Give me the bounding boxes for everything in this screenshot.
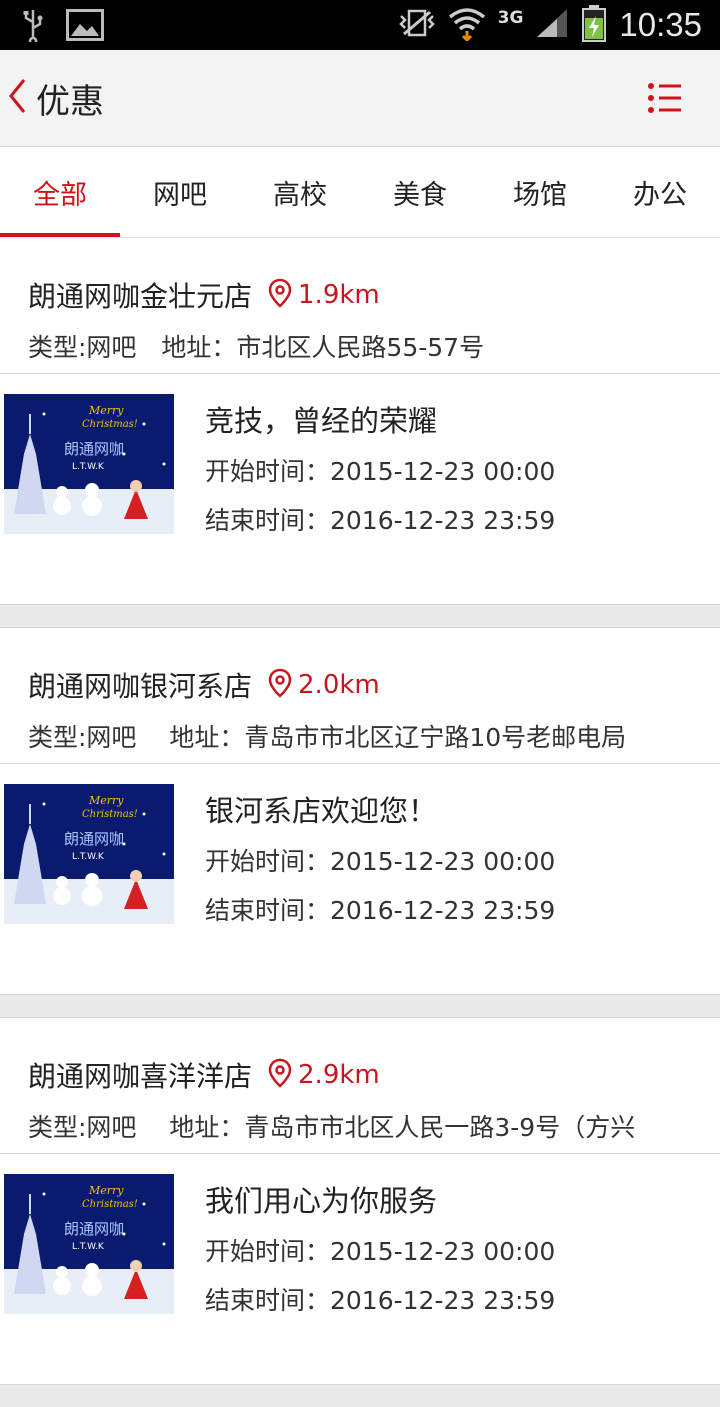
back-button[interactable]: 优惠 [0, 50, 104, 146]
list-menu-button[interactable] [646, 78, 690, 118]
location-pin-icon [268, 1058, 292, 1092]
promotion-thumbnail: Merry Christmas! 朗通网咖 L.T.W.K [4, 394, 174, 534]
thumb-text-christmas: Christmas! [82, 419, 138, 430]
promotion[interactable]: Merry Christmas! 朗通网咖 L.T.W.K 竞技，曾经的荣耀 开… [0, 374, 720, 604]
image-icon [66, 9, 104, 45]
thumb-text-brand: 朗通网咖 [64, 440, 124, 458]
thumb-text-abbr: L.T.W.K [72, 462, 105, 472]
store-info[interactable]: 朗通网咖金壮元店 1.9km 类型:网吧 地址：市北区人民路55-57号 [0, 238, 720, 374]
tab-venue[interactable]: 场馆 [480, 147, 600, 237]
store-type-address: 类型:网吧 地址：青岛市市北区辽宁路10号老邮电局 [28, 723, 627, 752]
tab-all[interactable]: 全部 [0, 147, 120, 237]
list-item[interactable]: 朗通网咖喜洋洋店 2.9km 类型:网吧 地址：青岛市市北区人民一路3-9号（方… [0, 1017, 720, 1385]
thumb-text-merry: Merry [88, 1184, 124, 1197]
promotion-end-time: 结束时间：2016-12-23 23:59 [205, 896, 556, 925]
chevron-left-icon [6, 76, 28, 120]
location-pin-icon [268, 668, 292, 702]
promotion-title: 我们用心为你服务 [205, 1184, 438, 1218]
list-item[interactable]: 朗通网咖金壮元店 1.9km 类型:网吧 地址：市北区人民路55-57号 Mer… [0, 238, 720, 605]
store-name: 朗通网咖银河系店 [28, 670, 253, 703]
thumb-text-abbr: L.T.W.K [72, 1242, 105, 1252]
store-info[interactable]: 朗通网咖银河系店 2.0km 类型:网吧 地址：青岛市市北区辽宁路10号老邮电局 [0, 628, 720, 764]
tab-internet-cafe[interactable]: 网吧 [120, 147, 240, 237]
store-name: 朗通网咖金壮元店 [28, 280, 253, 313]
usb-icon [22, 8, 44, 46]
promotion[interactable]: Merry Christmas! 朗通网咖 L.T.W.K 我们用心为你服务 开… [0, 1154, 720, 1384]
list-item[interactable]: 朗通网咖银河系店 2.0km 类型:网吧 地址：青岛市市北区辽宁路10号老邮电局 [0, 627, 720, 995]
status-bar: 3G 10:35 [0, 0, 720, 50]
location-pin-icon [268, 278, 292, 312]
network-type-label: 3G [497, 8, 524, 28]
store-type-address: 类型:网吧 地址：市北区人民路55-57号 [28, 333, 485, 362]
distance: 2.0km [298, 670, 380, 700]
thumb-text-abbr: L.T.W.K [72, 852, 105, 862]
category-tabs: 全部 网吧 高校 美食 场馆 办公 [0, 147, 720, 238]
promotion-start-time: 开始时间：2015-12-23 00:00 [205, 847, 556, 876]
tab-food[interactable]: 美食 [360, 147, 480, 237]
thumb-text-brand: 朗通网咖 [64, 830, 124, 848]
promotion-list: 朗通网咖金壮元店 1.9km 类型:网吧 地址：市北区人民路55-57号 Mer… [0, 238, 720, 1407]
tab-college[interactable]: 高校 [240, 147, 360, 237]
promotion-end-time: 结束时间：2016-12-23 23:59 [205, 1286, 556, 1315]
promotion-title: 银河系店欢迎您！ [205, 794, 438, 828]
thumb-text-merry: Merry [88, 404, 124, 417]
page-title: 优惠 [36, 81, 104, 122]
distance: 1.9km [298, 280, 380, 310]
promotion-thumbnail: Merry Christmas! 朗通网咖 L.T.W.K [4, 784, 174, 924]
tab-office[interactable]: 办公 [600, 147, 720, 237]
thumb-text-christmas: Christmas! [82, 809, 138, 820]
promotion-start-time: 开始时间：2015-12-23 00:00 [205, 1237, 556, 1266]
store-info[interactable]: 朗通网咖喜洋洋店 2.9km 类型:网吧 地址：青岛市市北区人民一路3-9号（方… [0, 1018, 720, 1154]
clock: 10:35 [619, 6, 702, 43]
thumb-text-christmas: Christmas! [82, 1199, 138, 1210]
thumb-text-merry: Merry [88, 794, 124, 807]
store-name: 朗通网咖喜洋洋店 [28, 1060, 253, 1093]
wifi-icon [448, 5, 486, 45]
promotion-title: 竞技，曾经的荣耀 [205, 404, 438, 438]
thumb-text-brand: 朗通网咖 [64, 1220, 124, 1238]
battery-icon [581, 4, 607, 46]
promotion-end-time: 结束时间：2016-12-23 23:59 [205, 506, 556, 535]
app-header: 优惠 [0, 50, 720, 147]
signal-icon [535, 7, 569, 43]
promotion[interactable]: Merry Christmas! 朗通网咖 L.T.W.K 银河系店欢迎您！ 开… [0, 764, 720, 994]
store-type-address: 类型:网吧 地址：青岛市市北区人民一路3-9号（方兴 [28, 1113, 636, 1142]
list-icon [646, 83, 690, 122]
vibrate-icon [398, 8, 436, 42]
distance: 2.9km [298, 1060, 380, 1090]
promotion-start-time: 开始时间：2015-12-23 00:00 [205, 457, 556, 486]
promotion-thumbnail: Merry Christmas! 朗通网咖 L.T.W.K [4, 1174, 174, 1314]
